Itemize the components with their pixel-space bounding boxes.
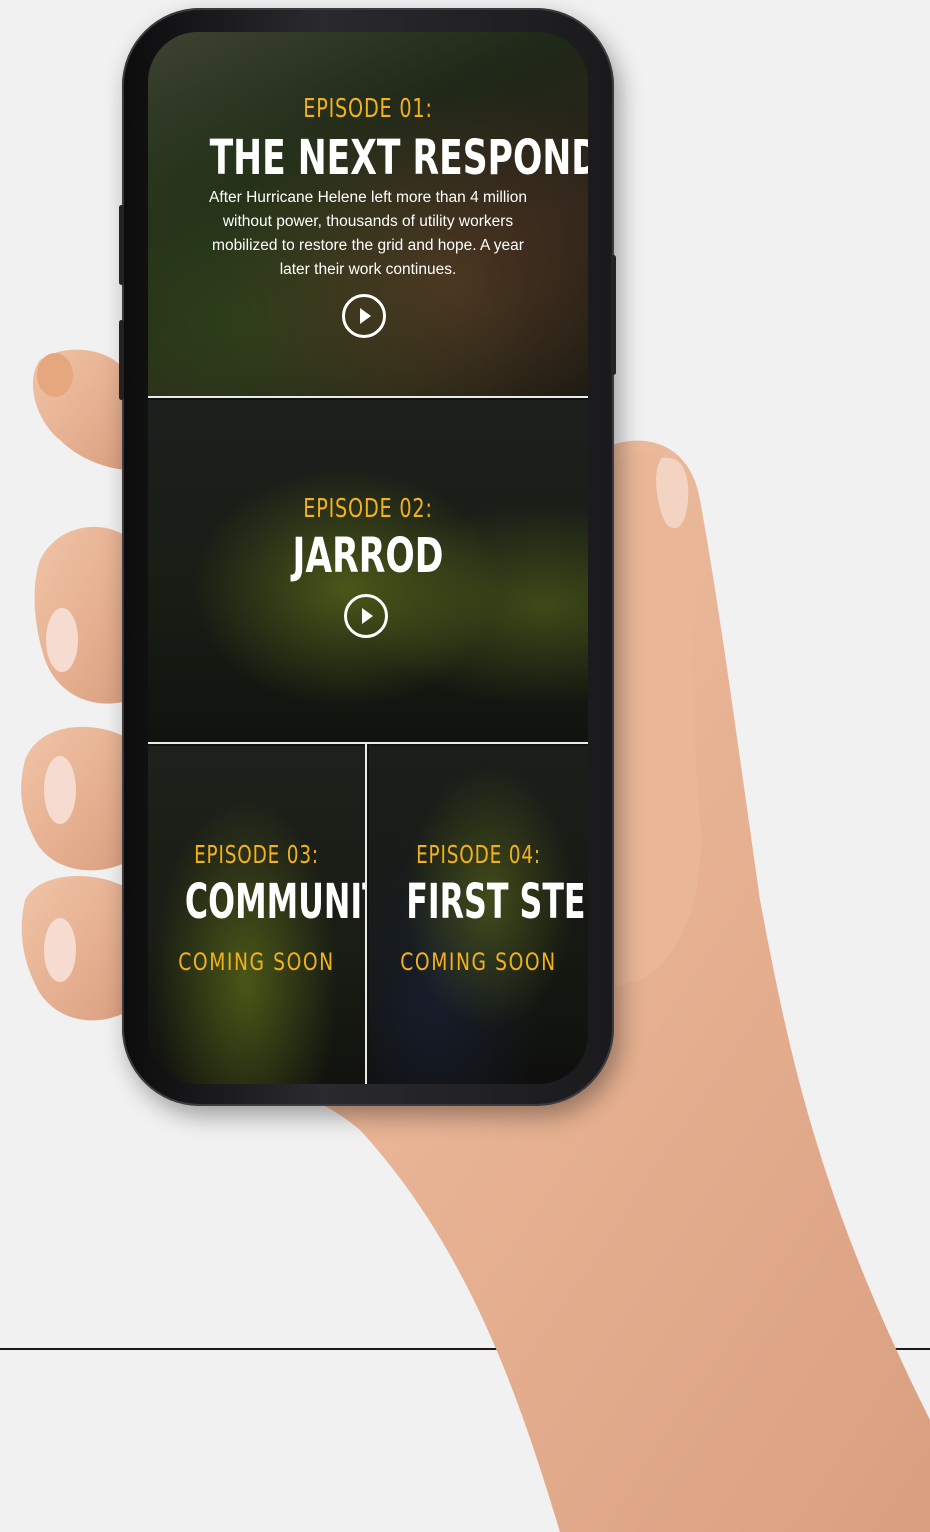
coming-soon-label: COMING SOON [178,948,335,976]
episode-description: After Hurricane Helene left more than 4 … [209,189,527,278]
episode-03-card[interactable]: EPISODE 03: COMMUNITY COMING SOON [148,746,365,1084]
episode-label: EPISODE 02: [303,494,433,524]
episode-title: FIRST STEPS [406,874,588,930]
episode-label: EPISODE 01: [303,94,433,124]
panel-divider [365,744,367,1084]
phone-power-button [611,255,616,375]
panel-divider [148,396,588,398]
episode-label: EPISODE 04: [416,840,541,869]
phone-side-button [119,205,124,285]
play-button[interactable] [342,294,386,338]
play-icon [360,308,371,324]
coming-soon-label: COMING SOON [400,948,557,976]
episode-title: COMMUNITY [184,874,365,930]
phone-side-button [119,320,124,400]
episode-01-card[interactable]: EPISODE 01: THE NEXT RESPONDERS After Hu… [148,32,588,396]
episode-02-card[interactable]: EPISODE 02: JARROD [148,400,588,742]
play-icon [362,608,373,624]
panel-divider [148,742,588,744]
phone-screen: EPISODE 01: THE NEXT RESPONDERS After Hu… [148,32,588,1084]
episode-title: THE NEXT RESPONDERS [209,130,588,186]
episode-title: JARROD [292,528,444,584]
episode-label: EPISODE 03: [194,840,319,869]
play-button[interactable] [344,594,388,638]
episode-04-card[interactable]: EPISODE 04: FIRST STEPS COMING SOON [369,746,588,1084]
